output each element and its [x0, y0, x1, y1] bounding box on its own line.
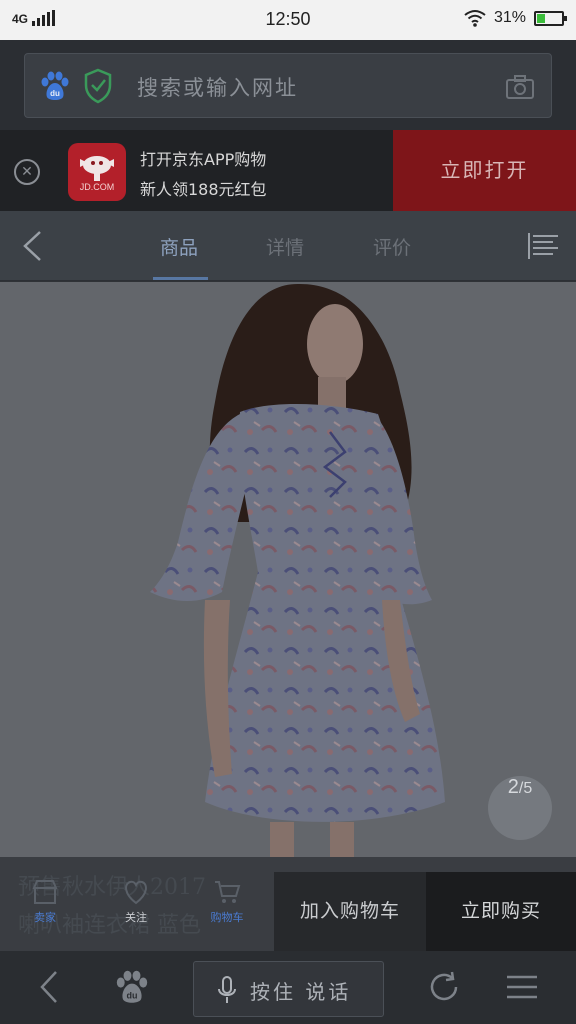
status-bar: 4G 12:50 31%	[0, 0, 576, 40]
follow-label: 关注	[125, 911, 147, 924]
shop-label: 卖家	[34, 911, 56, 924]
current-page: 2	[507, 776, 519, 798]
microphone-icon	[218, 976, 236, 1003]
svg-text:du: du	[50, 89, 60, 98]
battery-icon	[534, 10, 567, 26]
model-in-dress-illustration	[150, 283, 445, 857]
menu-icon[interactable]	[505, 969, 539, 1005]
gallery-page-indicator: 2/5	[488, 776, 552, 840]
baidu-home-icon[interactable]: du	[114, 969, 150, 1005]
active-tab-indicator	[153, 277, 208, 280]
back-arrow-icon[interactable]	[20, 229, 44, 263]
banner-subtitle: 新人领188元红包	[140, 180, 267, 199]
tab-reviews[interactable]: 评价	[373, 233, 411, 260]
voice-input-button[interactable]: 按住 说话	[193, 961, 384, 1017]
jd-app-logo: JD.COM	[68, 143, 126, 201]
jd-dog-icon	[80, 156, 114, 181]
baidu-paw-icon: du	[41, 71, 69, 100]
banner-title: 打开京东APP购物	[140, 150, 267, 169]
open-app-button[interactable]: 立即打开	[393, 130, 576, 211]
status-right: 31%	[464, 9, 567, 27]
product-image[interactable]	[0, 282, 576, 857]
shop-button[interactable]: 卖家	[15, 879, 75, 925]
jd-logo-text: JD.COM	[79, 182, 115, 192]
heart-icon	[125, 880, 147, 905]
security-shield-icon	[84, 68, 112, 104]
tab-details[interactable]: 详情	[266, 233, 304, 260]
battery-percent: 31%	[493, 9, 526, 26]
voice-label: 按住 说话	[250, 980, 352, 1004]
svg-text:du: du	[127, 990, 138, 1000]
camera-icon[interactable]	[505, 74, 535, 100]
app-promo-banner: ✕ JD.COM 打开京东APP购物 新人领188元红包 立即打开	[0, 130, 576, 211]
address-bar[interactable]: du 搜索或输入网址	[24, 53, 552, 118]
address-placeholder: 搜索或输入网址	[137, 76, 298, 100]
total-pages: /5	[518, 780, 533, 797]
follow-button[interactable]: 关注	[106, 879, 166, 925]
browser-header: du 搜索或输入网址	[0, 40, 576, 130]
product-tab-bar: 商品 详情 评价	[0, 211, 576, 281]
tab-product[interactable]: 商品	[160, 233, 198, 260]
product-action-bar: 预售秋水伊人2017 喇叭袖连衣裙 蓝色 卖家 关注 购物车 加入购物车 立即购…	[0, 857, 576, 951]
add-to-cart-button[interactable]: 加入购物车	[274, 872, 426, 951]
wifi-icon	[464, 10, 486, 27]
cart-icon	[215, 881, 241, 903]
list-menu-icon[interactable]	[528, 233, 558, 259]
refresh-icon[interactable]	[426, 969, 462, 1005]
browser-nav-bar: du 按住 说话	[0, 951, 576, 1024]
cart-label: 购物车	[210, 911, 244, 924]
back-icon[interactable]	[38, 969, 60, 1005]
close-icon[interactable]: ✕	[14, 159, 40, 185]
cart-button[interactable]: 购物车	[197, 879, 257, 925]
shop-icon	[32, 880, 58, 904]
buy-now-button[interactable]: 立即购买	[426, 872, 576, 951]
